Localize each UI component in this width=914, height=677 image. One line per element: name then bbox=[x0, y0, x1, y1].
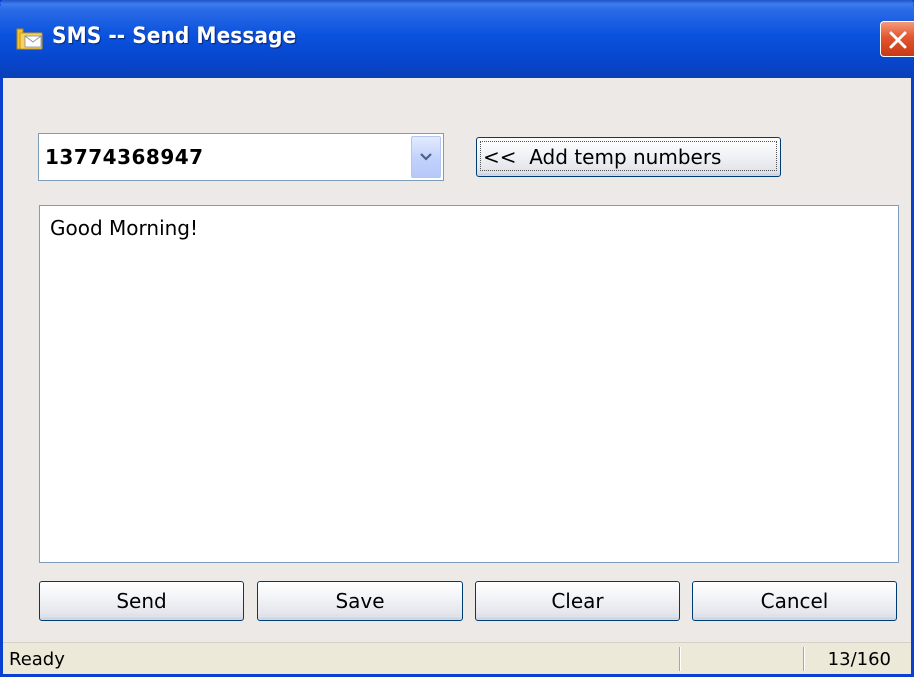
cancel-button[interactable]: Cancel bbox=[692, 581, 897, 621]
recipient-value: 13774368947 bbox=[45, 145, 204, 169]
title-bar[interactable]: SMS -- Send Message bbox=[0, 0, 914, 78]
clear-button[interactable]: Clear bbox=[475, 581, 680, 621]
title-bar-edge bbox=[0, 0, 914, 4]
status-separator bbox=[803, 647, 805, 671]
close-button[interactable] bbox=[880, 21, 914, 57]
add-temp-numbers-button[interactable]: << Add temp numbers bbox=[476, 137, 781, 177]
sms-send-dialog: SMS -- Send Message 13774368947 << Add t… bbox=[0, 0, 914, 677]
add-temp-numbers-label: << Add temp numbers bbox=[483, 145, 722, 169]
status-bar: Ready 13/160 bbox=[3, 642, 911, 674]
recipient-combobox[interactable]: 13774368947 bbox=[38, 133, 444, 181]
save-button[interactable]: Save bbox=[257, 581, 463, 621]
status-separator bbox=[679, 647, 681, 671]
recipient-dropdown-button[interactable] bbox=[411, 136, 441, 178]
close-icon bbox=[889, 31, 907, 49]
window-title: SMS -- Send Message bbox=[52, 24, 297, 49]
folder-envelope-icon bbox=[16, 28, 43, 50]
status-text: Ready bbox=[9, 649, 65, 670]
message-textarea[interactable]: Good Morning! bbox=[39, 205, 899, 563]
send-button[interactable]: Send bbox=[39, 581, 244, 621]
chevron-down-icon bbox=[420, 153, 432, 161]
character-count: 13/160 bbox=[827, 649, 891, 670]
